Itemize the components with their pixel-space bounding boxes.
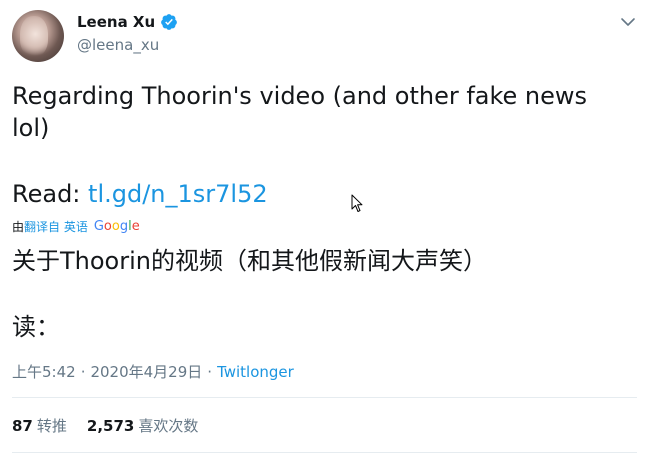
retweets-count: 87 — [12, 417, 33, 435]
read-line: Read: tl.gd/n_1sr7l52 — [12, 178, 268, 210]
likes-stat[interactable]: 2,573 喜欢次数 — [87, 415, 198, 436]
tweet-stats: 87 转推 2,573 喜欢次数 — [12, 415, 218, 436]
author-name[interactable]: Leena Xu — [77, 13, 155, 31]
tweet-source-link[interactable]: Twitlonger — [217, 363, 294, 381]
likes-label: 喜欢次数 — [138, 417, 199, 435]
author-name-row[interactable]: Leena Xu — [77, 13, 178, 31]
read-link[interactable]: tl.gd/n_1sr7l52 — [88, 180, 268, 208]
tweet-meta: 上午5:42 · 2020年4月29日 · Twitlonger — [12, 361, 294, 382]
divider — [12, 452, 637, 453]
translate-by: 由 — [12, 220, 25, 234]
avatar[interactable] — [12, 10, 64, 62]
mouse-pointer-icon — [351, 194, 363, 213]
google-letter: g — [119, 219, 129, 234]
meta-separator: · — [207, 362, 213, 381]
tweet-text: Regarding Thoorin's video (and other fak… — [12, 82, 588, 142]
retweets-label: 转推 — [36, 417, 67, 435]
retweets-stat[interactable]: 87 转推 — [12, 415, 67, 436]
google-letter: o — [103, 219, 112, 234]
verified-badge-icon — [160, 13, 178, 31]
tweet-time[interactable]: 上午5:42 — [12, 361, 76, 382]
google-letter: o — [111, 219, 120, 234]
divider — [12, 397, 637, 398]
translate-row: 由 翻译自 英语 Google — [12, 218, 140, 235]
chevron-down-icon[interactable] — [620, 14, 636, 30]
author-handle[interactable]: @leena_xu — [77, 36, 159, 54]
meta-separator: · — [80, 362, 86, 381]
translated-text: 关于Thoorin的视频（和其他假新闻大声笑） — [12, 247, 487, 275]
google-letter: G — [93, 219, 104, 234]
translated-read-label: 读： — [12, 313, 60, 341]
likes-count: 2,573 — [86, 417, 135, 435]
tweet-date[interactable]: 2020年4月29日 — [90, 361, 202, 382]
translate-link[interactable]: 翻译自 英语 — [24, 218, 88, 235]
google-logo: Google — [94, 219, 140, 234]
google-letter: e — [131, 219, 140, 234]
read-label: Read: — [12, 180, 89, 208]
tweet-card: Leena Xu @leena_xu Regarding Thoorin's v… — [0, 0, 653, 457]
